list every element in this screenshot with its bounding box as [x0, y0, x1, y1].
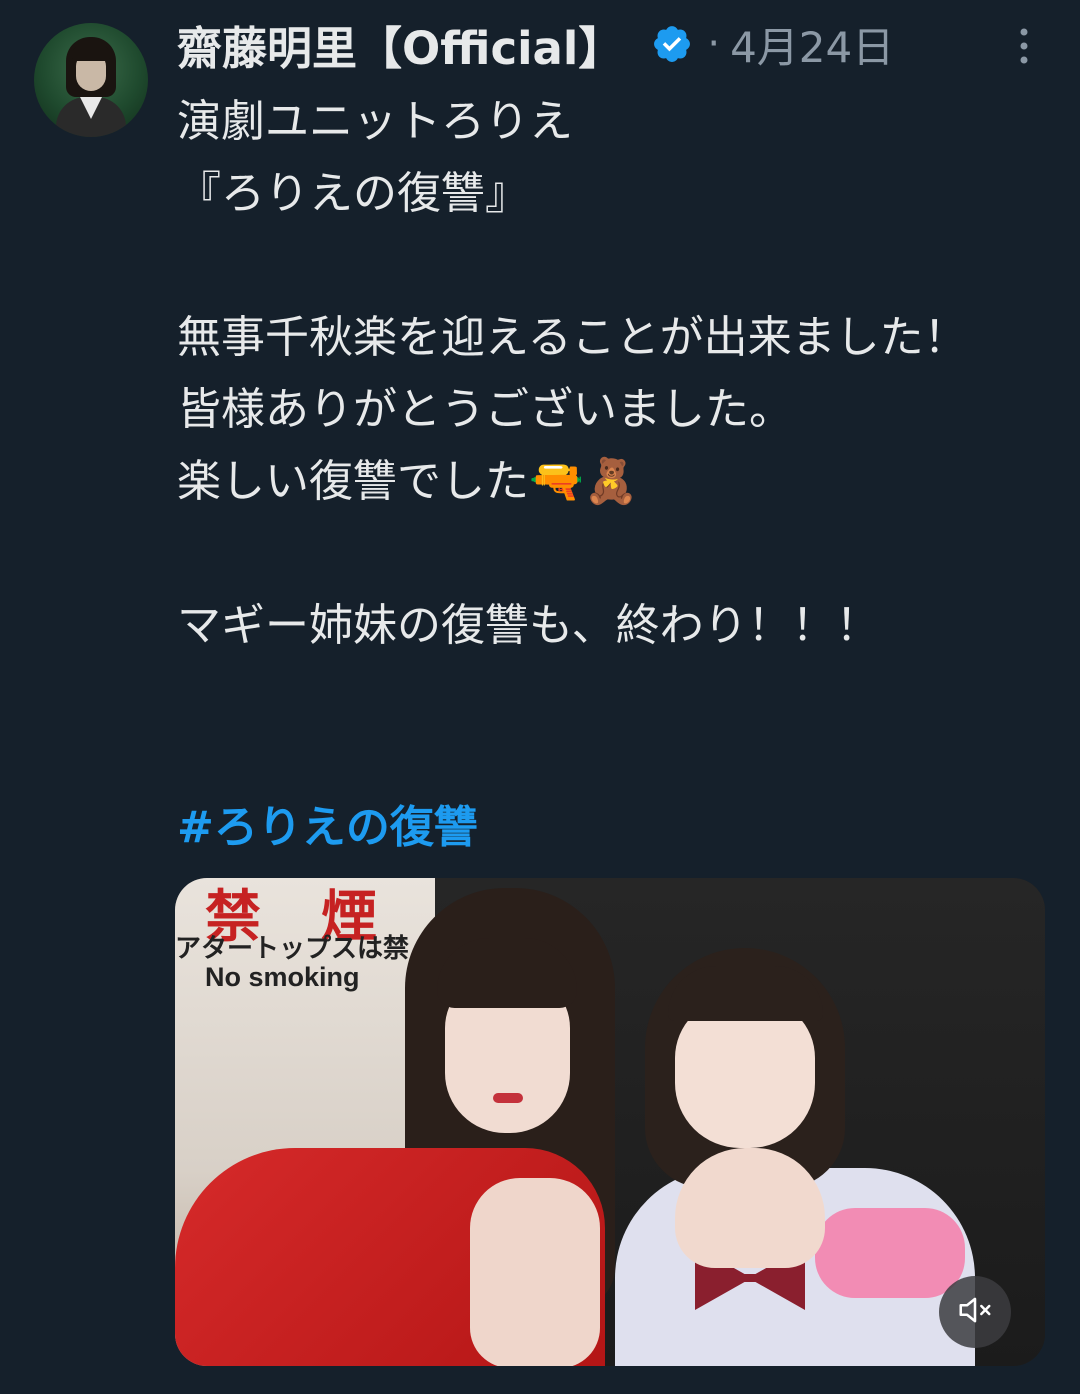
no-smoking-sign-jp: アタートップスは禁 [175, 934, 410, 964]
header-separator: · [707, 21, 721, 67]
tweet[interactable]: 齋藤明里【Official】 · 4月24日 演劇ユニットろりえ 『ろりえの復讐… [0, 0, 1080, 1394]
person-left-bangs [437, 938, 577, 1008]
verified-badge-icon[interactable] [651, 23, 693, 65]
author-display-name[interactable]: 齋藤明里【Official】 [177, 12, 623, 77]
hashtag-link[interactable]: #ろりえの復讐 [177, 792, 478, 864]
more-options-icon[interactable] [1012, 24, 1036, 68]
tweet-timestamp[interactable]: 4月24日 [730, 14, 894, 75]
avatar-bangs [72, 45, 110, 61]
person-left-lips [493, 1093, 523, 1103]
tweet-body-text: 演劇ユニットろりえ 『ろりえの復讐』 無事千秋楽を迎えることが出来ました！ 皆様… [177, 96, 968, 651]
tweet-header: 齋藤明里【Official】 · 4月24日 [177, 12, 894, 77]
person-right-scrunchie [815, 1208, 965, 1298]
person-right-heart-hands [675, 1148, 825, 1268]
person-right-bangs [668, 966, 823, 1021]
unmute-button[interactable] [939, 1276, 1011, 1348]
tweet-video[interactable]: 禁煙 アタートップスは禁 No smoking [175, 878, 1045, 1366]
author-avatar[interactable] [34, 23, 148, 137]
person-left-hand [470, 1178, 600, 1366]
no-smoking-sign-en: No smoking [205, 962, 360, 992]
speaker-muted-icon [956, 1291, 994, 1333]
